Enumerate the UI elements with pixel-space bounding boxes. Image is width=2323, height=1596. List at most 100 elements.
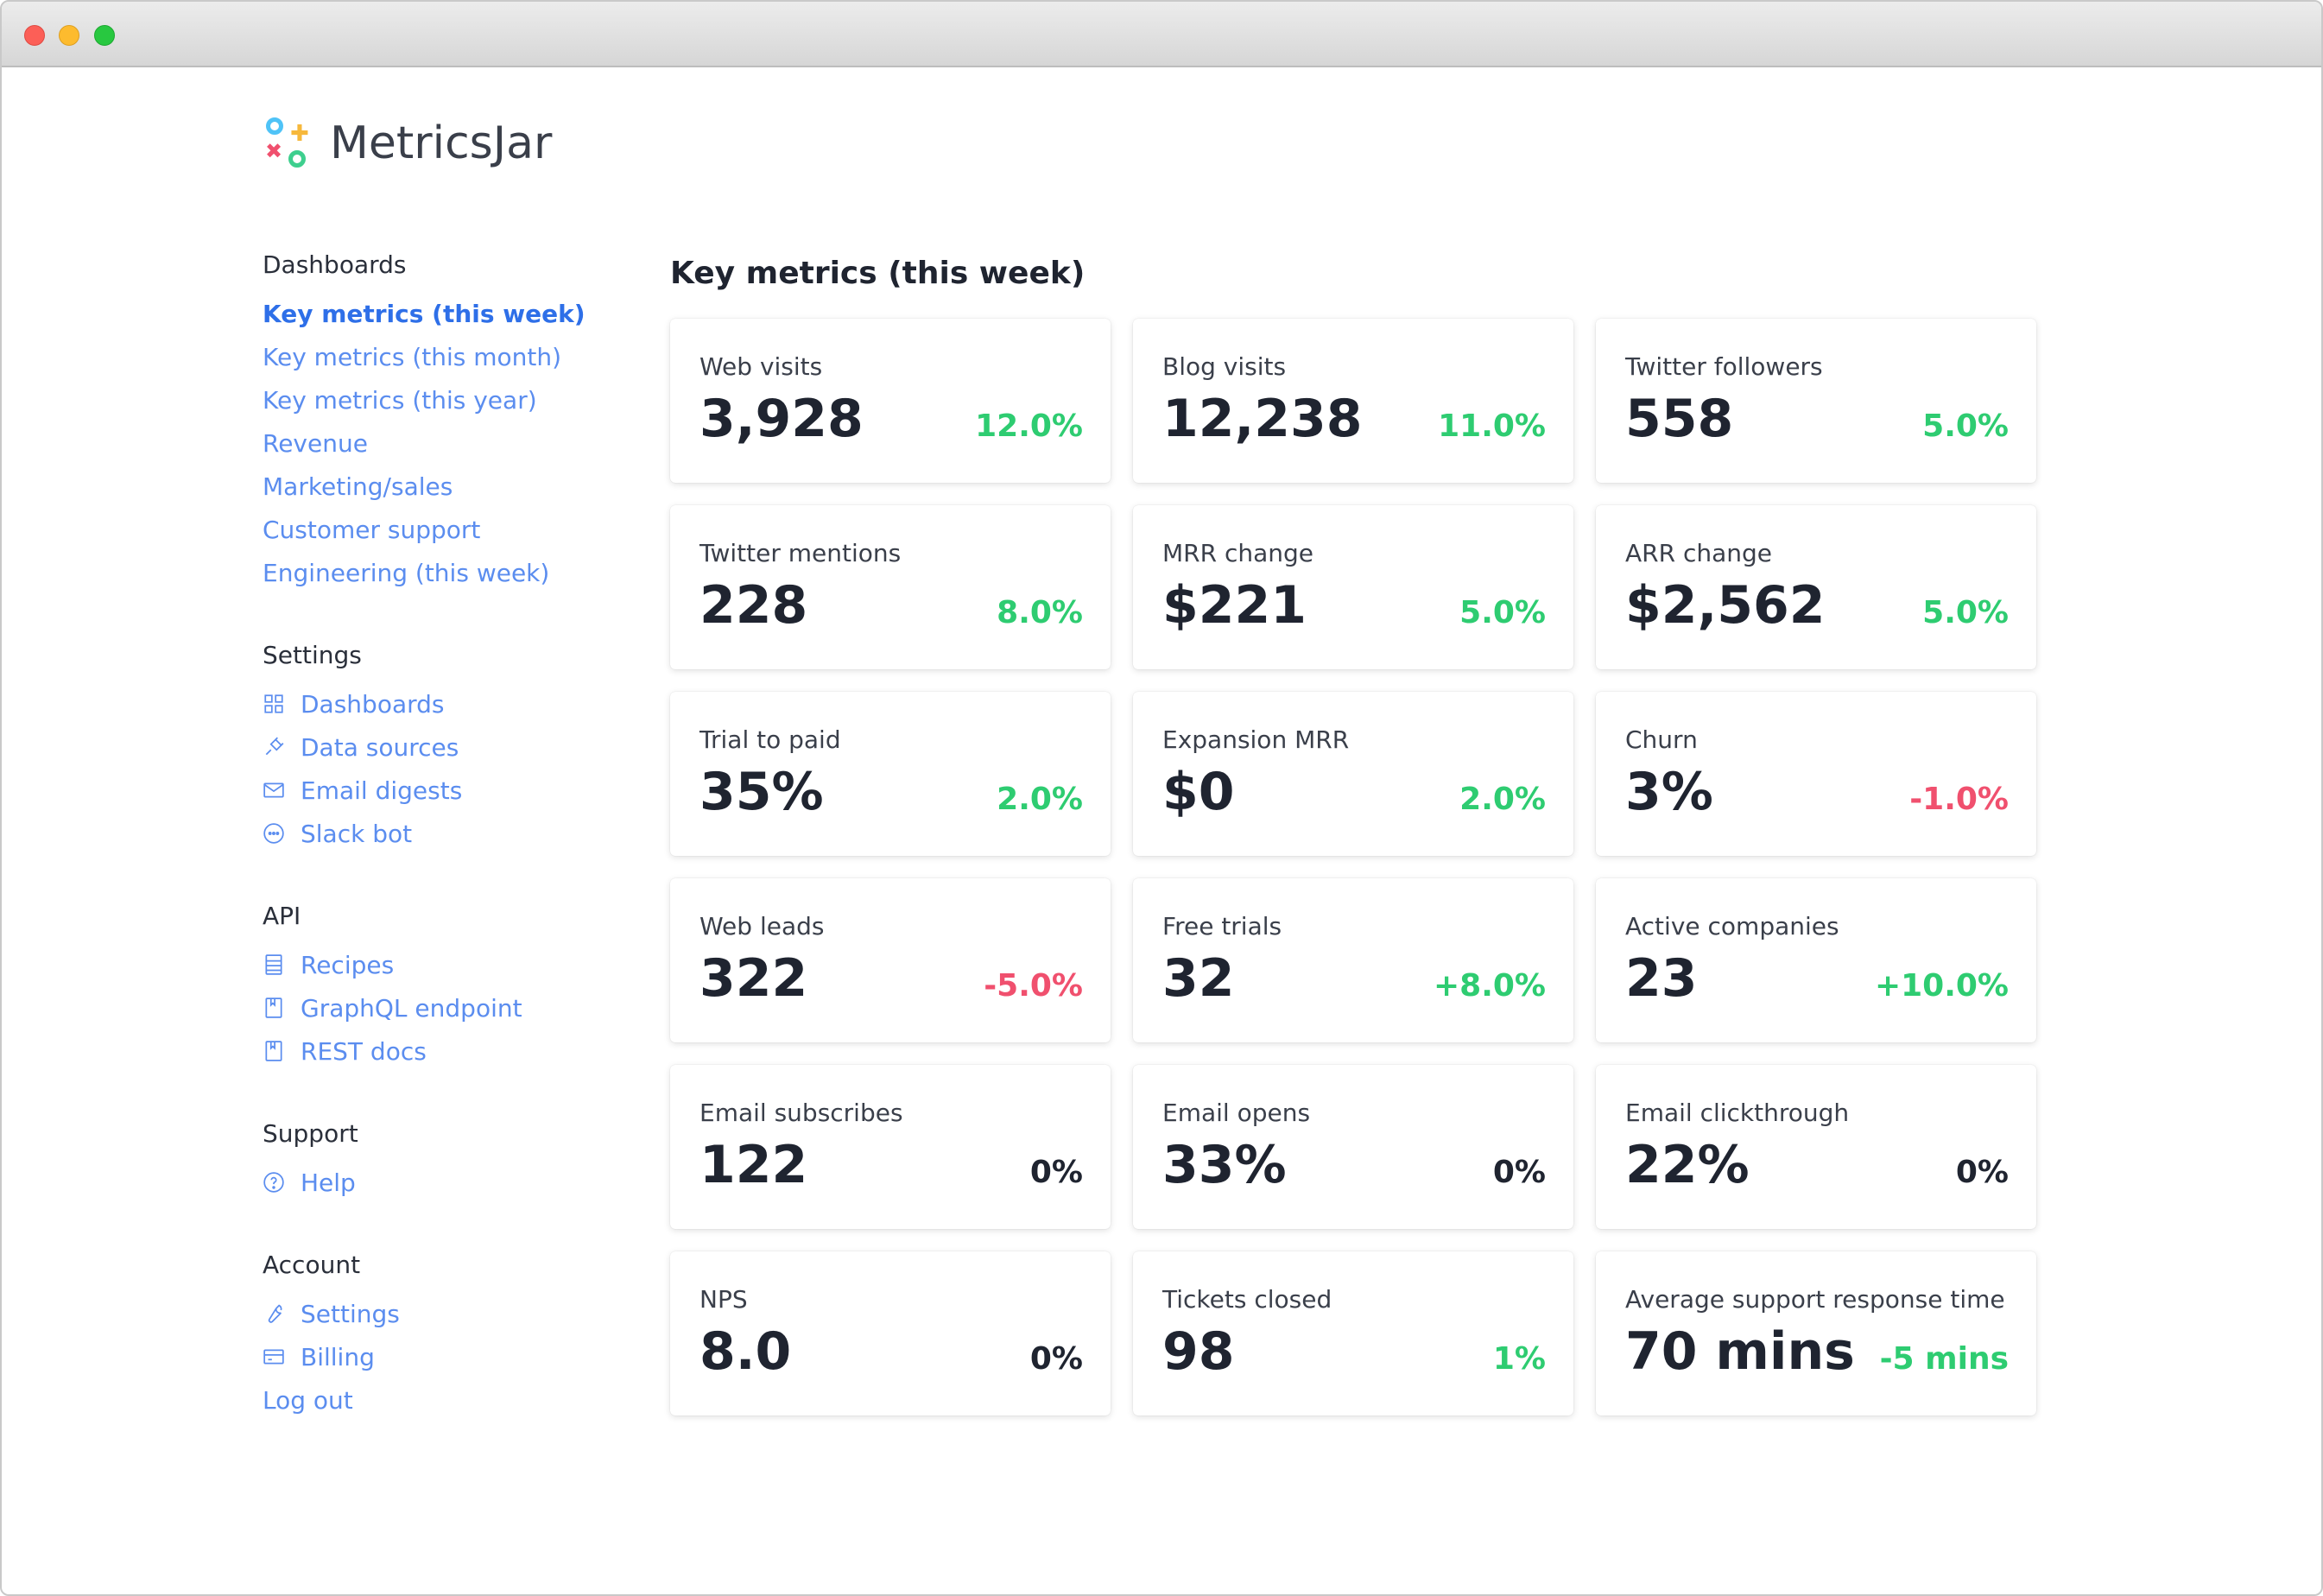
- metric-card-average-support-response-time[interactable]: Average support response time 70 mins -5 m…: [1596, 1251, 2036, 1416]
- sidebar-heading: API: [263, 902, 301, 930]
- metric-change: 5.0%: [1922, 595, 2009, 630]
- sidebar-item-api-recipes[interactable]: Recipes: [263, 943, 625, 986]
- metric-card-nps[interactable]: NPS 8.0 0%: [670, 1251, 1111, 1416]
- sidebar-item-label: Settings: [301, 1299, 400, 1328]
- metric-label: Twitter mentions: [699, 539, 902, 567]
- sidebar-item-label: Slack bot: [301, 819, 413, 848]
- metric-row: 32 +8.0%: [1162, 947, 1546, 1010]
- sidebar-item-label: Marketing/sales: [263, 472, 453, 501]
- metric-card-active-companies[interactable]: Active companies 23 +10.0%: [1596, 878, 2036, 1042]
- app-window: ✚ ✖ MetricsJar Dashboards Key metrics (th…: [0, 0, 2323, 1596]
- metric-card-expansion-mrr[interactable]: Expansion MRR $0 2.0%: [1133, 692, 1573, 856]
- sidebar-item-api-graphql-endpoint[interactable]: GraphQL endpoint: [263, 986, 625, 1029]
- metric-label: Average support response time: [1625, 1285, 2005, 1314]
- close-window-button[interactable]: [24, 25, 45, 46]
- metric-label: ARR change: [1625, 539, 1773, 567]
- sidebar: Dashboards Key metrics (this week) Key met…: [263, 244, 625, 1461]
- metric-value: 12,238: [1162, 389, 1363, 449]
- metric-value: $0: [1162, 762, 1235, 822]
- minimize-window-button[interactable]: [59, 25, 79, 46]
- metric-row: 558 5.0%: [1625, 388, 2009, 450]
- metric-change: +10.0%: [1874, 968, 2009, 1004]
- metric-label: MRR change: [1162, 539, 1314, 567]
- sidebar-item-dashboards-key-metrics-this-year[interactable]: Key metrics (this year): [263, 378, 625, 421]
- sidebar-item-label: Customer support: [263, 515, 481, 544]
- metric-card-churn[interactable]: Churn 3% -1.0%: [1596, 692, 2036, 856]
- metric-label: Email opens: [1162, 1099, 1311, 1127]
- sidebar-item-settings-data-sources[interactable]: Data sources: [263, 725, 625, 769]
- metric-row: 35% 2.0%: [699, 761, 1083, 823]
- metric-change: -1.0%: [1909, 782, 2009, 817]
- main-content: Key metrics (this week) Web visits 3,928 1…: [670, 248, 2040, 1416]
- metric-label: Web visits: [699, 352, 823, 381]
- metric-label: Trial to paid: [699, 725, 841, 754]
- metric-value: 322: [699, 948, 808, 1009]
- sidebar-section-api: API Recipes GraphQL endpoint REST docs: [263, 895, 625, 1073]
- sidebar-item-dashboards-key-metrics-this-week[interactable]: Key metrics (this week): [263, 292, 625, 335]
- sidebar-item-settings-dashboards[interactable]: Dashboards: [263, 682, 625, 725]
- metric-card-email-opens[interactable]: Email opens 33% 0%: [1133, 1065, 1573, 1229]
- metric-card-twitter-mentions[interactable]: Twitter mentions 228 8.0%: [670, 505, 1111, 669]
- sidebar-item-dashboards-engineering-this-week[interactable]: Engineering (this week): [263, 551, 625, 594]
- sidebar-section-account: Account Settings Billing Log out: [263, 1244, 625, 1422]
- metric-label: Churn: [1625, 725, 1698, 754]
- metric-label: Email subscribes: [699, 1099, 903, 1127]
- metric-value: 70 mins: [1625, 1321, 1855, 1382]
- metric-row: 3% -1.0%: [1625, 761, 2009, 823]
- metric-row: 3,928 12.0%: [699, 388, 1083, 450]
- metric-card-trial-to-paid[interactable]: Trial to paid 35% 2.0%: [670, 692, 1111, 856]
- metric-change: -5.0%: [984, 968, 1083, 1004]
- sidebar-item-label: Dashboards: [301, 689, 445, 719]
- metric-card-arr-change[interactable]: ARR change $2,562 5.0%: [1596, 505, 2036, 669]
- sidebar-item-label: Revenue: [263, 428, 368, 458]
- metric-label: Blog visits: [1162, 352, 1287, 381]
- card-icon: [263, 1346, 285, 1368]
- grid-icon: [263, 693, 285, 715]
- metric-change: +8.0%: [1433, 968, 1546, 1004]
- metric-row: 228 8.0%: [699, 574, 1083, 636]
- sidebar-item-account-billing[interactable]: Billing: [263, 1335, 625, 1378]
- metric-card-mrr-change[interactable]: MRR change $221 5.0%: [1133, 505, 1573, 669]
- metric-card-web-leads[interactable]: Web leads 322 -5.0%: [670, 878, 1111, 1042]
- metric-card-web-visits[interactable]: Web visits 3,928 12.0%: [670, 319, 1111, 483]
- metric-value: 3%: [1625, 762, 1713, 822]
- metric-change: 0%: [1955, 1155, 2009, 1190]
- metric-change: 1%: [1492, 1341, 1546, 1377]
- sidebar-section-dashboards: Dashboards Key metrics (this week) Key met…: [263, 244, 625, 594]
- sidebar-item-settings-email-digests[interactable]: Email digests: [263, 769, 625, 812]
- sidebar-item-dashboards-revenue[interactable]: Revenue: [263, 421, 625, 465]
- metric-row: 8.0 0%: [699, 1320, 1083, 1383]
- sidebar-heading: Account: [263, 1251, 361, 1279]
- metric-value: 122: [699, 1135, 808, 1195]
- metric-label: Expansion MRR: [1162, 725, 1350, 754]
- sidebar-item-api-rest-docs[interactable]: REST docs: [263, 1029, 625, 1073]
- metric-label: Active companies: [1625, 912, 1839, 940]
- metric-value: 8.0: [699, 1321, 792, 1382]
- metric-card-blog-visits[interactable]: Blog visits 12,238 11.0%: [1133, 319, 1573, 483]
- sidebar-item-account-settings[interactable]: Settings: [263, 1292, 625, 1335]
- metric-card-email-subscribes[interactable]: Email subscribes 122 0%: [670, 1065, 1111, 1229]
- metric-card-tickets-closed[interactable]: Tickets closed 98 1%: [1133, 1251, 1573, 1416]
- metric-value: $221: [1162, 575, 1307, 636]
- metric-value: 3,928: [699, 389, 864, 449]
- sidebar-item-dashboards-marketing-sales[interactable]: Marketing/sales: [263, 465, 625, 508]
- sidebar-item-dashboards-customer-support[interactable]: Customer support: [263, 508, 625, 551]
- metric-card-free-trials[interactable]: Free trials 32 +8.0%: [1133, 878, 1573, 1042]
- sidebar-item-dashboards-key-metrics-this-month[interactable]: Key metrics (this month): [263, 335, 625, 378]
- sidebar-item-label: Help: [301, 1168, 356, 1197]
- metric-row: $0 2.0%: [1162, 761, 1546, 823]
- brand[interactable]: ✚ ✖ MetricsJar: [263, 116, 552, 171]
- mail-icon: [263, 779, 285, 801]
- metric-row: $2,562 5.0%: [1625, 574, 2009, 636]
- sidebar-item-support-help[interactable]: Help: [263, 1161, 625, 1204]
- metric-row: 98 1%: [1162, 1320, 1546, 1383]
- sidebar-item-account-log-out[interactable]: Log out: [263, 1378, 625, 1422]
- metric-value: 558: [1625, 389, 1734, 449]
- zoom-window-button[interactable]: [94, 25, 115, 46]
- metric-card-twitter-followers[interactable]: Twitter followers 558 5.0%: [1596, 319, 2036, 483]
- wrench-icon: [263, 1302, 285, 1325]
- metric-row: 122 0%: [699, 1134, 1083, 1196]
- metric-label: Free trials: [1162, 912, 1282, 940]
- metric-card-email-clickthrough[interactable]: Email clickthrough 22% 0%: [1596, 1065, 2036, 1229]
- sidebar-item-settings-slack-bot[interactable]: Slack bot: [263, 812, 625, 855]
